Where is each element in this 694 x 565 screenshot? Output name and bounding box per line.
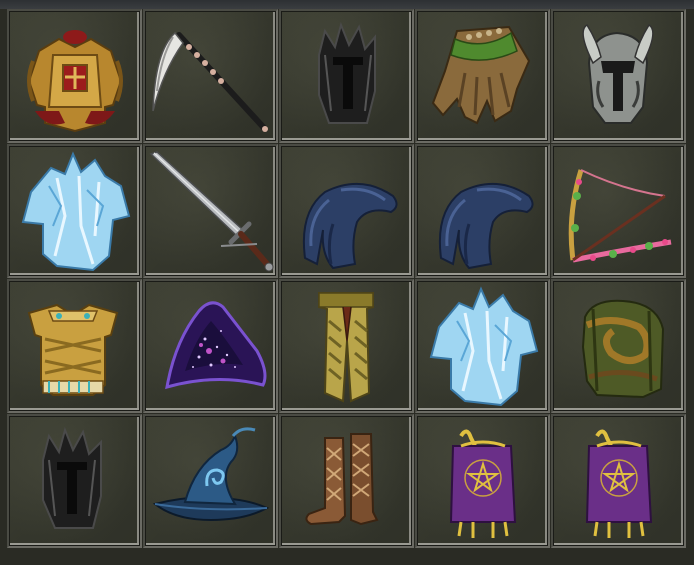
inventory-slot-7[interactable]: [143, 144, 278, 278]
longsword-icon: [149, 151, 274, 272]
purple-pentagram-robe-icon: [585, 429, 653, 538]
inventory-slot-8[interactable]: [279, 144, 414, 278]
inventory-slot-5[interactable]: [551, 9, 686, 143]
inventory-slot-3[interactable]: [279, 9, 414, 143]
black-spiked-helm-icon: [318, 21, 376, 124]
ice-crystal-robe-icon: [21, 151, 131, 272]
golden-bandage-armor-icon: [27, 303, 119, 396]
leather-boots-icon: [305, 433, 379, 526]
inventory-slot-19[interactable]: [415, 414, 550, 548]
scythe-icon: [152, 31, 268, 132]
leather-gauntlets-icon: [431, 25, 531, 125]
inventory-slot-10[interactable]: [551, 144, 686, 278]
golden-plate-armor-icon: [27, 30, 123, 133]
inventory-slot-9[interactable]: [415, 144, 550, 278]
starry-cloak-icon: [165, 301, 267, 390]
inventory-slot-6[interactable]: [7, 144, 142, 278]
inventory-grid: [7, 9, 686, 548]
inventory-slot-20[interactable]: [551, 414, 686, 548]
golden-leg-armor-icon: [318, 292, 374, 403]
top-bar: [0, 0, 694, 9]
silver-winged-helm-icon: [582, 23, 654, 124]
blue-fur-hood-icon: [302, 182, 398, 270]
inventory-slot-2[interactable]: [143, 9, 278, 143]
inventory-slot-16[interactable]: [7, 414, 142, 548]
ice-crystal-robe-icon: [429, 286, 539, 407]
inventory-slot-14[interactable]: [415, 279, 550, 413]
decorated-bow-icon: [568, 169, 672, 263]
inventory-slot-15[interactable]: [551, 279, 686, 413]
inventory-slot-17[interactable]: [143, 414, 278, 548]
purple-pentagram-robe-icon: [449, 429, 517, 538]
inventory-slot-4[interactable]: [415, 9, 550, 143]
inventory-slot-1[interactable]: [7, 9, 142, 143]
inventory-slot-13[interactable]: [279, 279, 414, 413]
wizard-hat-icon: [152, 427, 270, 522]
black-spiked-helm-icon: [42, 426, 102, 529]
blue-fur-hood-icon: [438, 182, 534, 270]
mossy-wrapped-armor-icon: [581, 299, 665, 399]
inventory-slot-11[interactable]: [7, 279, 142, 413]
inventory-slot-12[interactable]: [143, 279, 278, 413]
inventory-slot-18[interactable]: [279, 414, 414, 548]
